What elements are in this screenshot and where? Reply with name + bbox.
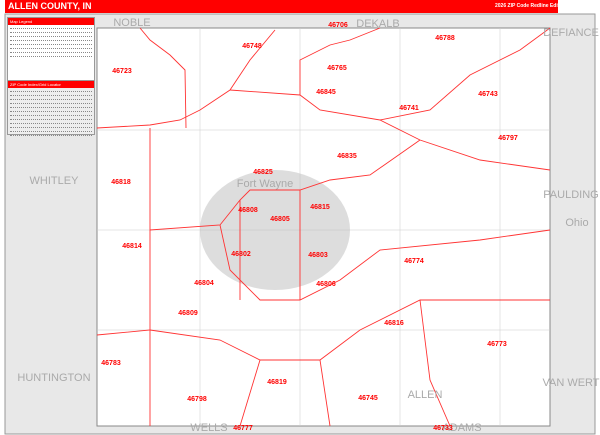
logo [558, 0, 600, 13]
county-label: NOBLE [113, 17, 150, 29]
zip-label: 46805 [270, 216, 290, 223]
zip-label: 46819 [267, 379, 287, 386]
zip-label: 46765 [327, 65, 347, 72]
zip-label: 46783 [101, 360, 121, 367]
county-label: HUNTINGTON [17, 372, 90, 384]
city-label: Fort Wayne [237, 178, 293, 190]
zip-label: 46814 [122, 243, 142, 250]
legend-title: Map Legend [8, 18, 94, 25]
zip-label: 46798 [187, 396, 207, 403]
county-label: PAULDING [543, 189, 598, 201]
county-label: DEFIANCE [543, 27, 599, 39]
zip-label: 46809 [178, 310, 198, 317]
zip-label: 46802 [231, 251, 251, 258]
zip-index-title: ZIP Code Index/Grid Locator [8, 81, 94, 88]
zip-label: 46788 [435, 35, 455, 42]
zip-label: 46806 [316, 281, 336, 288]
county-label: WHITLEY [30, 175, 80, 187]
zip-label: 46803 [308, 252, 328, 259]
zip-label: 46815 [310, 204, 330, 211]
edition-label: 2026 ZIP Code Redline Edition [495, 3, 567, 9]
zip-label: 46774 [404, 258, 424, 265]
zip-label: 46845 [316, 89, 336, 96]
county-label: WELLS [190, 422, 227, 434]
zip-label: 46741 [399, 105, 419, 112]
zip-label: 46804 [194, 280, 214, 287]
zip-index: ZIP Code Index/Grid Locator [7, 80, 95, 136]
zip-label: 46825 [253, 169, 273, 176]
zip-label: 46743 [478, 91, 498, 98]
county-label: ALLEN [408, 389, 443, 401]
state-label: Ohio [565, 217, 588, 229]
zip-label: 46745 [358, 395, 378, 402]
zip-label: 46797 [498, 135, 518, 142]
map-title: ALLEN COUNTY, IN [8, 1, 92, 11]
zip-label: 46723 [112, 68, 132, 75]
county-label: VAN WERT [542, 377, 599, 389]
zip-label: 46777 [233, 425, 253, 432]
zip-label: 46748 [242, 43, 262, 50]
zip-label: 46835 [337, 153, 357, 160]
county-label: DEKALB [356, 18, 399, 30]
zip-label: 46808 [238, 207, 258, 214]
zip-label: 46816 [384, 320, 404, 327]
map-legend: Map Legend [7, 17, 95, 81]
zip-label: 46818 [111, 179, 131, 186]
zip-label: 46733 [433, 425, 453, 432]
header-bar: ALLEN COUNTY, IN 2026 ZIP Code Redline E… [5, 0, 600, 13]
zip-label: 46706 [328, 22, 348, 29]
zip-label: 46773 [487, 341, 507, 348]
